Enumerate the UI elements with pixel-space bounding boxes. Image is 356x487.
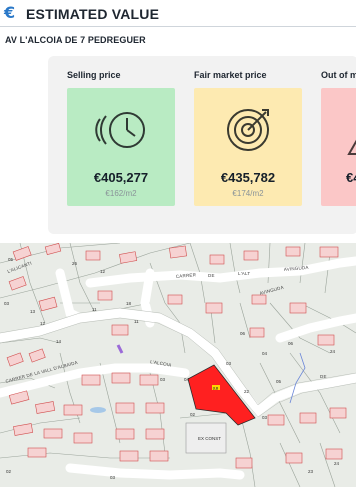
out-of-market-card[interactable]: €4 — [321, 88, 356, 206]
section-title: ESTIMATED VALUE — [26, 6, 160, 22]
parcel-number: 04 — [262, 351, 268, 356]
clock-history-icon — [95, 112, 145, 148]
street-label: DE — [208, 273, 215, 278]
parcel-label: 3.8 — [213, 386, 218, 390]
property-address: AV L'ALCOIA DE 7 PEDREGUER — [5, 35, 146, 45]
parcel-number: 11 — [92, 307, 97, 312]
parcel-number: 13 — [30, 309, 36, 314]
selling-price-per-m2: €162/m2 — [105, 189, 137, 198]
parcel-number: 26 — [72, 261, 78, 266]
selling-price-card[interactable]: €405,277 €162/m2 — [67, 88, 175, 206]
parcel-number: 03 — [4, 301, 10, 306]
fair-market-price-per-m2: €174/m2 — [232, 189, 264, 198]
parcel-number: 24 — [334, 461, 340, 466]
euro-icon: € — [4, 3, 16, 22]
parcel-number: 23 — [308, 469, 314, 474]
parcel-number: 06 — [288, 341, 294, 346]
parcel-number: 14 — [56, 339, 62, 344]
parcel-number: 03 — [226, 361, 232, 366]
parcel-number: 06 — [240, 331, 246, 336]
parcel-number: 24 — [330, 349, 336, 354]
selling-price-value: €405,277 — [93, 170, 149, 185]
street-label: DE — [320, 374, 327, 379]
warning-icon — [347, 139, 356, 155]
parcel-number: 03 — [110, 475, 116, 480]
out-of-market-value: €4 — [346, 170, 356, 185]
cadastral-map[interactable]: 3.8 EX CONST CARRER DE L'ALT AVINGUDA L'… — [0, 243, 356, 487]
map-canvas: 3.8 EX CONST CARRER DE L'ALT AVINGUDA L'… — [0, 243, 356, 487]
parcel-number: 11 — [134, 319, 139, 324]
parcel-number: 03 — [262, 415, 268, 420]
target-icon — [227, 109, 269, 151]
section-header: € ESTIMATED VALUE — [0, 0, 356, 27]
card-label-selling-price: Selling price — [67, 70, 121, 80]
parcel-number: 12 — [100, 269, 106, 274]
fair-market-price-card[interactable]: €435,782 €174/m2 — [194, 88, 302, 206]
street-label: L'ALICANTI — [7, 260, 33, 273]
parcel-number: 12 — [40, 321, 46, 326]
parcel-number: 02 — [190, 412, 196, 417]
street-label: AVINGUDA — [259, 285, 284, 296]
fair-market-price-value: €435,782 — [220, 170, 276, 185]
building-label: EX CONST — [198, 436, 221, 441]
parcel-number: 18 — [126, 301, 132, 306]
parcel-number: 05 — [276, 379, 282, 384]
parcel-number: 05 — [8, 257, 14, 262]
parcel-number: 03 — [160, 377, 166, 382]
parcel-number: 22 — [244, 389, 250, 394]
street-label: L'ALT — [238, 271, 250, 276]
card-label-out-of-market: Out of m — [321, 70, 356, 80]
parcel-number: 04 — [184, 377, 190, 382]
card-label-fair-market-price: Fair market price — [194, 70, 267, 80]
valuation-panel: Selling price €405,277 €162/m2 Fair mark… — [48, 56, 356, 234]
parcel-number: 02 — [6, 469, 12, 474]
